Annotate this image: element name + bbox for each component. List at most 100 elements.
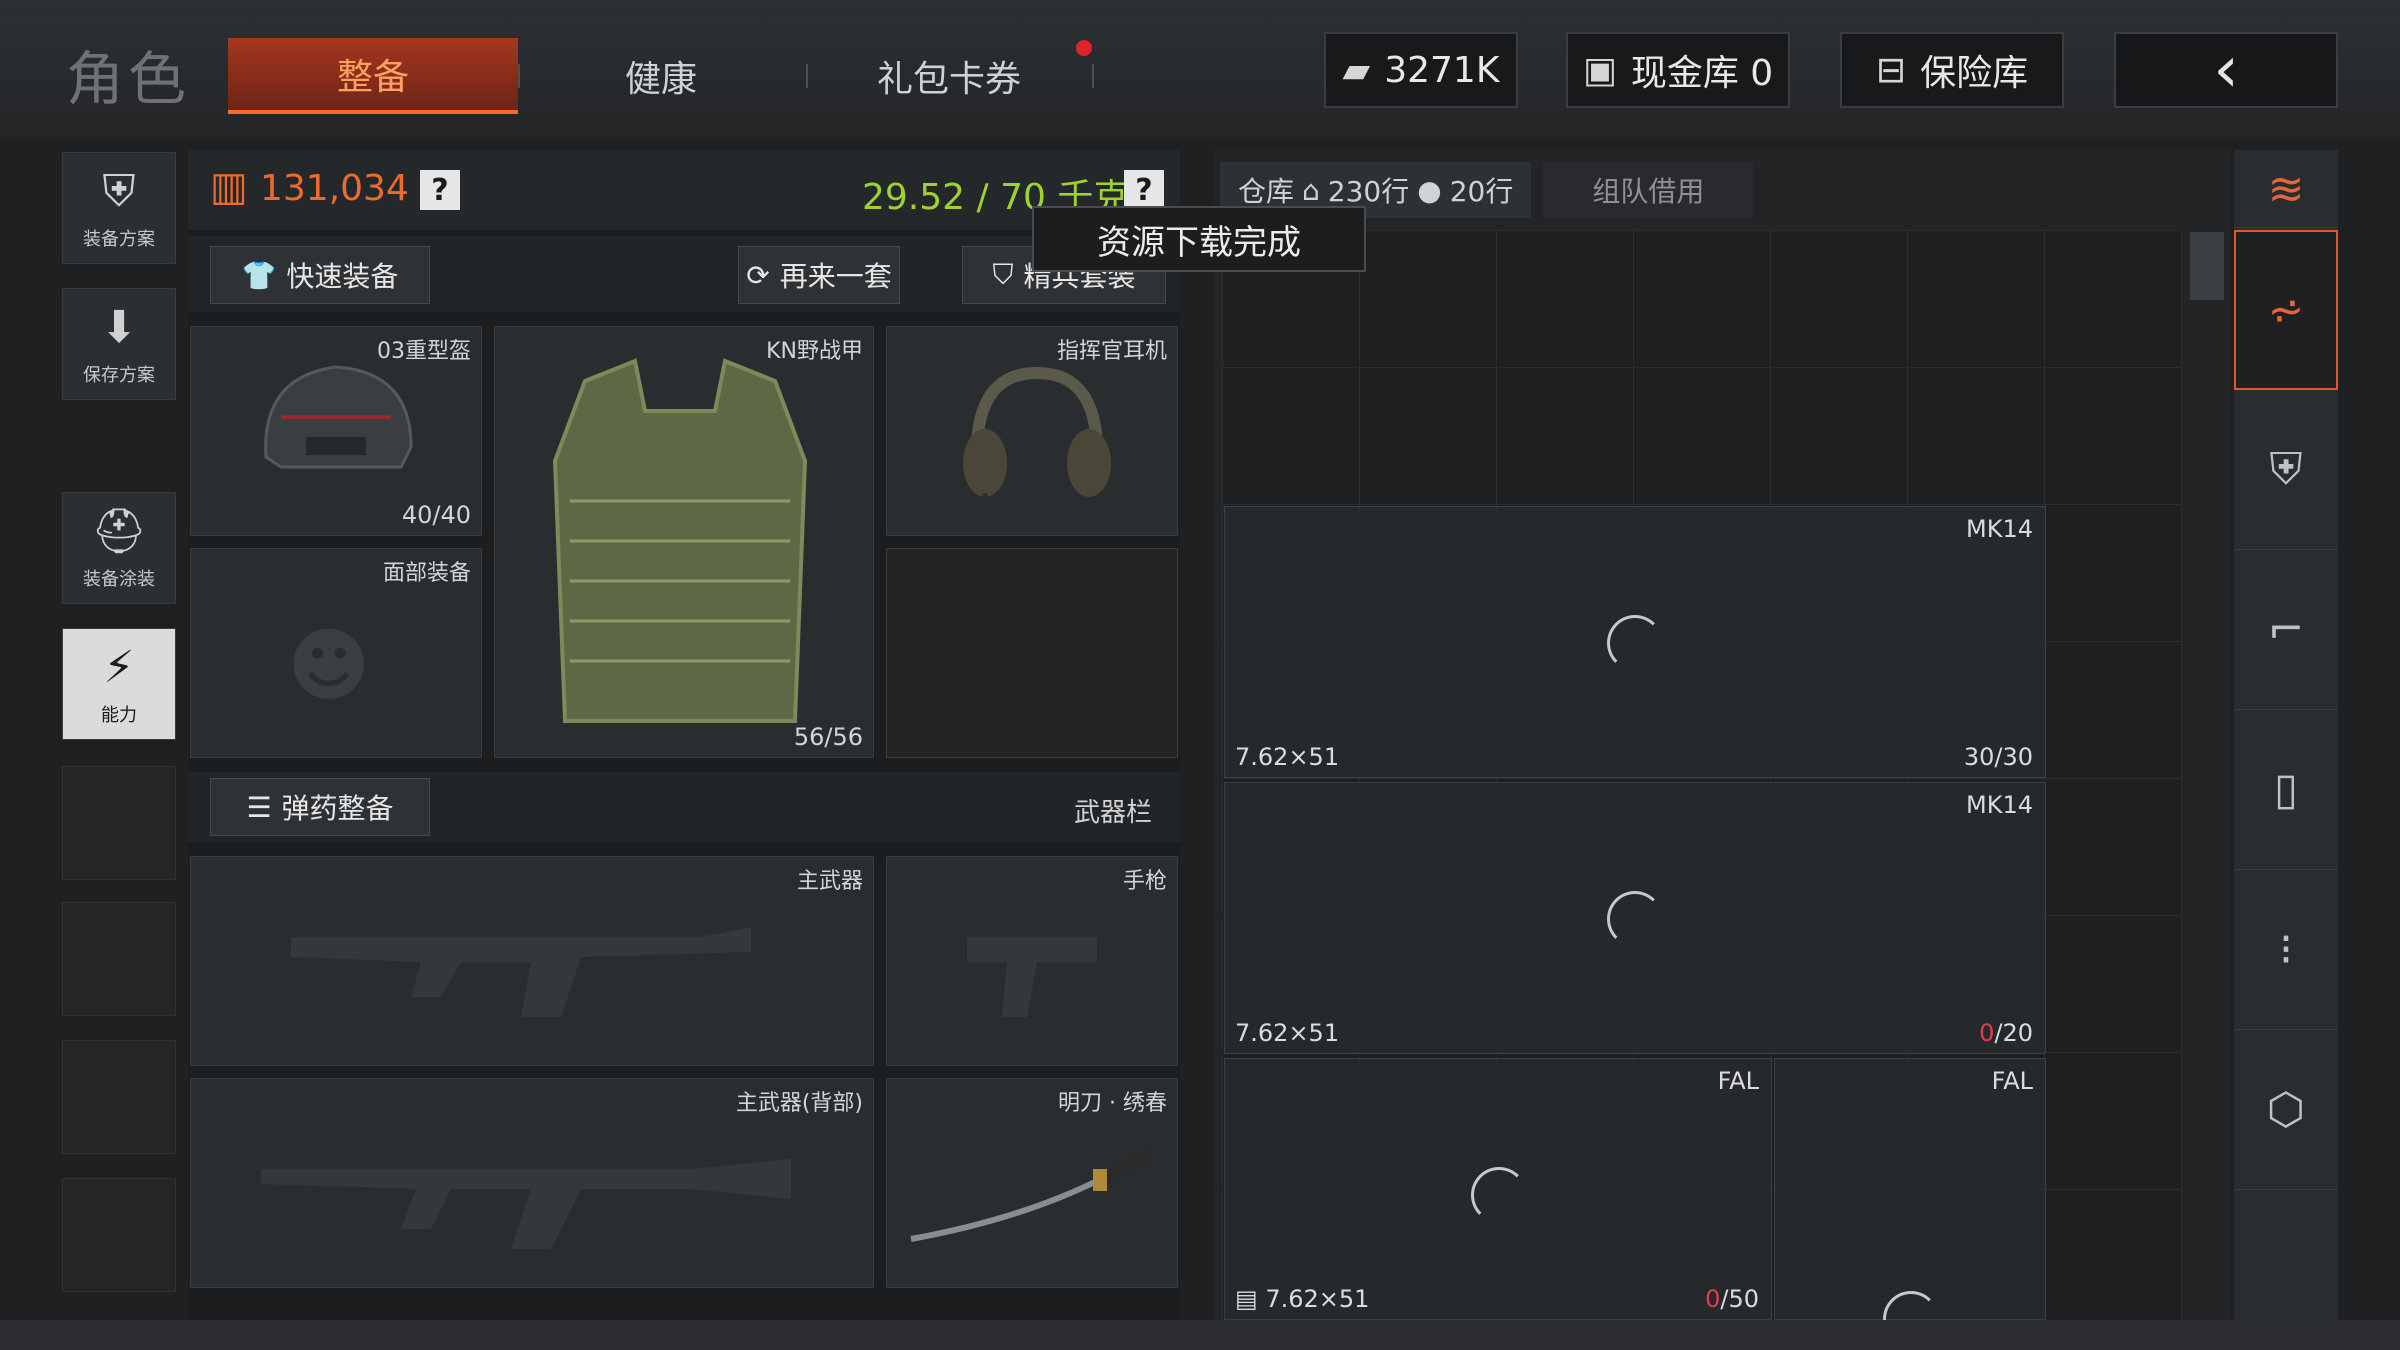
back-weapon-slot[interactable]: 主武器(背部) xyxy=(190,1078,874,1288)
weight-help-button[interactable]: ? xyxy=(1124,170,1164,210)
rifle-silhouette-icon xyxy=(291,927,751,1017)
notification-dot xyxy=(1076,40,1092,56)
quick-equip-button[interactable]: 👕 快速装备 xyxy=(210,246,430,304)
safe-label: 保险库 xyxy=(1920,53,2029,94)
loading-spinner-icon xyxy=(1607,891,1663,947)
item-caliber: 7.62×51 xyxy=(1235,743,1340,771)
category-ammo[interactable]: ⁝ xyxy=(2234,870,2338,1030)
category-all[interactable]: ⩫ xyxy=(2234,230,2338,390)
face-slot[interactable]: ☻ 面部装备 xyxy=(190,548,482,758)
ammo-equip-label: 弹药整备 xyxy=(281,792,394,825)
warehouse-scrollbar[interactable] xyxy=(2190,232,2224,300)
tab-gap xyxy=(1531,162,1543,218)
ammo-current: 0 xyxy=(1705,1285,1721,1313)
armor-vest-icon xyxy=(552,358,808,723)
pistol-silhouette-icon xyxy=(967,937,1097,1017)
rail-save-plan[interactable]: ⬇ 保存方案 xyxy=(62,288,176,400)
chevron-left-icon: ‹ xyxy=(2213,33,2239,107)
ammo-current: 30 xyxy=(1963,743,1995,771)
re-equip-label: 再来一套 xyxy=(779,260,892,293)
category-misc[interactable]: ⬡ xyxy=(2234,1030,2338,1190)
bag-rows: 20行 xyxy=(1449,175,1514,208)
rail-paint[interactable]: ⛑ 装备涂装 xyxy=(62,492,176,604)
rail-ability[interactable]: ⚡ 能力 xyxy=(62,628,176,740)
item-ammo-count: 0/20 xyxy=(1979,1019,2033,1047)
rail-armor-plan[interactable]: ⛨ 装备方案 xyxy=(62,152,176,264)
warehouse-item[interactable]: FAL xyxy=(1774,1058,2046,1347)
home-icon: ⌂ xyxy=(1302,173,1320,207)
warehouse-tab-label: 仓库 xyxy=(1238,175,1295,208)
primary-weapon-slot[interactable]: 主武器 xyxy=(190,856,874,1066)
ammo-max: 50 xyxy=(1728,1285,1759,1313)
cash-vault-icon: ▣ xyxy=(1582,49,1617,91)
gas-mask-icon: ☻ xyxy=(287,619,371,712)
face-slot-label: 面部装备 xyxy=(382,561,471,586)
bullet-icon: ⁝ xyxy=(2279,924,2293,975)
rail-empty-slot xyxy=(62,1178,176,1292)
rail-empty-slot xyxy=(62,766,176,880)
re-equip-button[interactable]: ⟳ 再来一套 xyxy=(738,246,900,304)
cash-bundle-icon: ▰ xyxy=(1342,49,1371,91)
category-armor[interactable]: ⛨ xyxy=(2234,390,2338,550)
safe-button[interactable]: ⊟ 保险库 xyxy=(1840,32,2064,108)
ammo-equip-button[interactable]: ☰ 弹药整备 xyxy=(210,778,430,836)
armor-slot[interactable]: KN野战甲 56/56 xyxy=(494,326,874,758)
back-button[interactable]: ‹ xyxy=(2114,32,2338,108)
helmet-durability: 40/40 xyxy=(401,501,471,529)
team-borrow-label: 组队借用 xyxy=(1592,175,1705,208)
headset-slot-label: 指挥官耳机 xyxy=(1056,339,1167,364)
page-title: 角色 xyxy=(66,45,191,113)
item-caliber: 7.62×51 xyxy=(1235,1019,1340,1047)
refresh-icon: ⟳ xyxy=(746,258,770,292)
back-weapon-label: 主武器(背部) xyxy=(735,1091,863,1116)
rail-label: 保存方案 xyxy=(83,364,155,386)
warehouse-item[interactable]: FAL ▤ 7.62×51 0/50 xyxy=(1224,1058,1772,1320)
loading-spinner-icon xyxy=(1607,615,1663,671)
rifle-icon: ⌐ xyxy=(2267,604,2305,655)
tab-team-borrow[interactable]: 组队借用 xyxy=(1543,162,1754,218)
warehouse-item[interactable]: MK14 7.62×51 30/30 xyxy=(1224,506,2046,778)
ammo-max: 30 xyxy=(2002,743,2033,771)
item-caliber-row: ▤ 7.62×51 xyxy=(1235,1285,1369,1313)
helmet-slot[interactable]: 03重型盔 40/40 xyxy=(190,326,482,536)
money-display[interactable]: ▰ 3271K xyxy=(1324,32,1518,108)
warehouse-item[interactable]: MK14 7.62×51 0/20 xyxy=(1224,782,2046,1054)
cash-vault-button[interactable]: ▣ 现金库 0 xyxy=(1566,32,1790,108)
rail-empty-slot xyxy=(62,902,176,1016)
rail-label: 装备方案 xyxy=(83,228,155,250)
pistol-label: 手枪 xyxy=(1122,869,1167,894)
armor-plan-icon: ⛨ xyxy=(102,165,136,217)
tab-gift-cards[interactable]: 礼包卡券 xyxy=(804,38,1094,114)
shirt-icon: 👕 xyxy=(241,258,277,292)
category-guns[interactable]: ⌐ xyxy=(2234,550,2338,710)
item-name: MK14 xyxy=(1966,791,2033,819)
melee-label: 明刀 · 绣春 xyxy=(1058,1091,1167,1116)
armor-durability: 56/56 xyxy=(793,723,863,751)
item-ammo-count: 30/30 xyxy=(1963,743,2033,771)
cash-vault-label: 现金库 0 xyxy=(1630,53,1774,94)
backpack-capacity-icon: ▥ xyxy=(210,164,248,210)
magazine-icon: ▯ xyxy=(2273,764,2299,815)
headset-icon xyxy=(956,366,1111,513)
ability-icon: ⚡ xyxy=(103,641,135,693)
melee-slot[interactable]: 明刀 · 绣春 xyxy=(886,1078,1178,1288)
ammo-max: 20 xyxy=(2002,1019,2033,1047)
empty-equip-slot[interactable] xyxy=(886,548,1178,758)
shield-icon: ⛉ xyxy=(992,258,1014,291)
weapon-bar-label: 武器栏 xyxy=(1074,798,1153,828)
item-ammo-count: 0/50 xyxy=(1705,1285,1759,1313)
item-name: FAL xyxy=(1991,1067,2033,1095)
capacity-value: 131,034 xyxy=(260,168,409,209)
tab-loadout[interactable]: 整备 xyxy=(228,38,518,114)
download-complete-toast: 资源下载完成 xyxy=(1032,206,1366,272)
headset-slot[interactable]: 指挥官耳机 xyxy=(886,326,1178,536)
category-magazines[interactable]: ▯ xyxy=(2234,710,2338,870)
sort-stack-icon[interactable]: ≋ xyxy=(2234,152,2338,228)
armor-icon: ⛨ xyxy=(2269,444,2303,495)
tab-health[interactable]: 健康 xyxy=(516,38,806,114)
pistol-slot[interactable]: 手枪 xyxy=(886,856,1178,1066)
crate-icon: ⬡ xyxy=(2266,1084,2306,1135)
ammo-icon: ☰ xyxy=(246,790,272,824)
rail-label: 能力 xyxy=(101,704,137,726)
capacity-help-button[interactable]: ? xyxy=(420,170,460,210)
